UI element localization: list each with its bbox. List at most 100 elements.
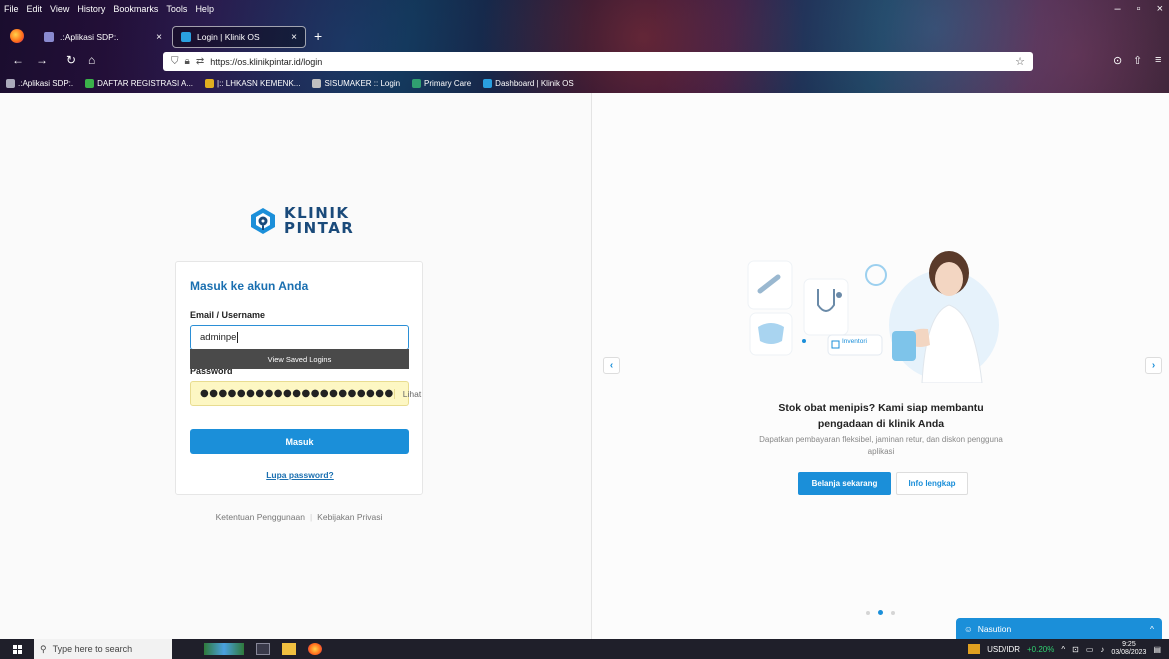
new-tab-button[interactable]: + — [314, 28, 322, 44]
password-field[interactable]: ●●●●●●●●●●●●●●●●●●●●● Lihat — [190, 381, 421, 406]
bookmarks-toolbar: .:Aplikasi SDP:. DAFTAR REGISTRASI A... … — [0, 75, 1169, 91]
email-value: adminpe — [200, 332, 237, 343]
volume-icon[interactable]: ♪ — [1100, 645, 1104, 654]
home-icon[interactable]: ⌂ — [88, 53, 95, 67]
shield-icon[interactable]: ⛉ — [171, 56, 179, 67]
forward-icon[interactable]: → — [36, 53, 48, 67]
windows-icon — [12, 644, 22, 654]
taskbar-search[interactable]: ⚲ Type here to search — [34, 639, 172, 659]
text-caret — [237, 332, 239, 343]
bookmark-item[interactable]: SISUMAKER :: Login — [312, 78, 400, 88]
logo-line2: PINTAR — [284, 219, 355, 237]
forgot-password-link[interactable]: Lupa password? — [176, 470, 424, 480]
bookmark-label: |:: LHKASN KEMENK... — [217, 78, 301, 88]
system-tray: USD/IDR +0.20% ^ ⊡ ▭ ♪ 9:25 03/08/2023 ▤ — [968, 639, 1161, 659]
ticker-change: +0.20% — [1027, 644, 1055, 654]
navigation-bar: ← → ↻ ⌂ ⛉ 🔒︎ ⇄ https://os.klinikpintar.i… — [0, 51, 1169, 73]
menu-tools[interactable]: Tools — [166, 4, 187, 14]
firefox-taskbar-icon[interactable] — [308, 643, 322, 655]
page-content: KLINIK PINTAR Masuk ke akun Anda Email /… — [0, 93, 1169, 639]
browser-chrome: File Edit View History Bookmarks Tools H… — [0, 0, 1169, 93]
bookmark-item[interactable]: .:Aplikasi SDP:. — [6, 78, 73, 88]
email-field[interactable]: adminpe — [190, 325, 409, 350]
close-tab-icon[interactable]: × — [291, 32, 297, 43]
menu-bookmarks[interactable]: Bookmarks — [113, 4, 158, 14]
url-text[interactable]: https://os.klinikpintar.id/login — [210, 57, 1009, 67]
more-info-button[interactable]: Info lengkap — [896, 472, 968, 495]
bookmark-icon — [312, 78, 322, 88]
file-explorer-icon[interactable] — [282, 643, 296, 655]
display-icon[interactable]: ▭ — [1086, 645, 1094, 654]
close-tab-icon[interactable]: × — [156, 32, 162, 43]
bookmark-star-icon[interactable]: ☆ — [1015, 55, 1025, 68]
extensions-icon[interactable]: ⇧ — [1133, 54, 1142, 67]
permissions-icon[interactable]: ⇄ — [196, 56, 204, 67]
terms-link[interactable]: Ketentuan Penggunaan — [216, 512, 305, 522]
maximize-button[interactable]: ▫ — [1137, 3, 1141, 15]
address-bar[interactable]: ⛉ 🔒︎ ⇄ https://os.klinikpintar.id/login … — [163, 52, 1033, 71]
start-button[interactable] — [0, 639, 34, 659]
search-highlight-icon[interactable] — [204, 643, 244, 655]
bookmark-icon — [483, 78, 493, 88]
menu-history[interactable]: History — [77, 4, 105, 14]
bookmark-icon — [412, 78, 422, 88]
menu-hamburger-icon[interactable]: ≡ — [1155, 54, 1161, 66]
bookmark-item[interactable]: Dashboard | Klinik OS — [483, 78, 574, 88]
footer-separator: | — [309, 512, 313, 522]
chevron-up-icon[interactable]: ^ — [1150, 624, 1154, 634]
ticker-icon — [968, 644, 981, 654]
clock-date: 03/08/2023 — [1111, 649, 1147, 656]
carousel-dot[interactable] — [866, 610, 870, 615]
bookmark-item[interactable]: DAFTAR REGISTRASI A... — [85, 78, 193, 88]
bookmark-item[interactable]: Primary Care — [412, 78, 472, 88]
footer-links: Ketentuan Penggunaan | Kebijakan Privasi — [175, 512, 423, 522]
promo-pane: ‹ › Inventori Stok obat menipis? Kami si… — [592, 93, 1169, 639]
menu-file[interactable]: File — [4, 4, 19, 14]
network-icon[interactable]: ⊡ — [1072, 645, 1079, 654]
privacy-link[interactable]: Kebijakan Privasi — [317, 512, 382, 522]
minimize-button[interactable]: – — [1115, 3, 1121, 15]
reload-icon[interactable]: ↻ — [66, 53, 76, 67]
carousel-next-button[interactable]: › — [1145, 357, 1162, 374]
back-icon[interactable]: ← — [12, 53, 24, 67]
tab-login-klinik-os[interactable]: Login | Klinik OS × — [172, 26, 306, 48]
task-view-icon[interactable] — [256, 643, 270, 655]
show-password-button[interactable]: Lihat — [393, 388, 421, 399]
login-button[interactable]: Masuk — [190, 429, 409, 454]
menu-help[interactable]: Help — [195, 4, 214, 14]
carousel-dot-active[interactable] — [878, 610, 883, 615]
windows-taskbar: ⚲ Type here to search USD/IDR +0.20% ^ ⊡… — [0, 639, 1169, 659]
ticker-label[interactable]: USD/IDR — [987, 645, 1020, 654]
shop-now-button[interactable]: Belanja sekarang — [798, 472, 891, 495]
tray-overflow-icon[interactable]: ^ — [1061, 645, 1065, 654]
email-label: Email / Username — [190, 310, 266, 320]
carousel-dots — [866, 610, 895, 615]
menu-edit[interactable]: Edit — [27, 4, 43, 14]
carousel-prev-button[interactable]: ‹ — [603, 357, 620, 374]
chat-widget[interactable]: ☺ Nasution ^ — [956, 618, 1162, 639]
lock-icon[interactable]: 🔒︎ — [185, 56, 190, 67]
menu-view[interactable]: View — [50, 4, 69, 14]
bookmark-label: Primary Care — [424, 78, 472, 88]
carousel-dot[interactable] — [891, 610, 895, 615]
pocket-icon[interactable]: ⊙ — [1113, 54, 1122, 67]
notifications-icon[interactable]: ▤ — [1153, 645, 1161, 654]
bookmark-icon — [205, 78, 215, 88]
bookmark-label: Dashboard | Klinik OS — [495, 78, 574, 88]
view-saved-logins-popup[interactable]: View Saved Logins — [190, 349, 409, 369]
promo-subtitle: Dapatkan pembayaran fleksibel, jaminan r… — [759, 435, 1003, 456]
tab-title: .:Aplikasi SDP:. — [60, 32, 119, 42]
bookmark-icon — [6, 78, 15, 88]
close-window-button[interactable]: × — [1157, 3, 1163, 15]
search-placeholder: Type here to search — [52, 644, 133, 654]
promo-title: Stok obat menipis? Kami siap membantu pe… — [778, 402, 984, 430]
tab-strip: .:Aplikasi SDP:. × Login | Klinik OS × + — [0, 24, 1169, 50]
login-pane: KLINIK PINTAR Masuk ke akun Anda Email /… — [0, 93, 591, 639]
logo-mark-icon — [250, 207, 276, 235]
clock[interactable]: 9:25 03/08/2023 — [1111, 641, 1146, 657]
favicon-icon — [181, 32, 191, 42]
password-mask: ●●●●●●●●●●●●●●●●●●●●● — [200, 388, 394, 399]
taskbar-apps — [204, 643, 322, 655]
bookmark-item[interactable]: |:: LHKASN KEMENK... — [205, 78, 301, 88]
tab-aplikasi-sdp[interactable]: .:Aplikasi SDP:. × — [36, 26, 170, 48]
